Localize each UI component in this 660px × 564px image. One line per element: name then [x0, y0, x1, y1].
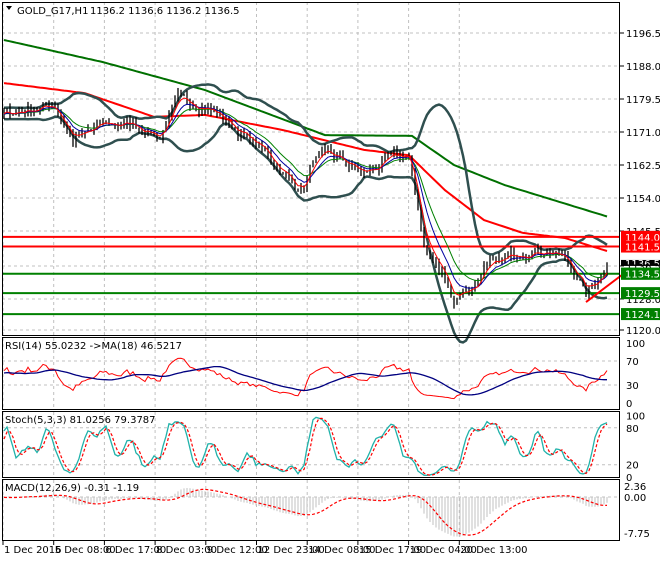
time-tick-label: 20 Dec 13:00	[460, 545, 527, 556]
level-price-label: 1141.5	[625, 243, 660, 254]
macd-tick-label: -7.75	[624, 529, 650, 540]
stoch-tick-label: 20	[626, 461, 639, 472]
rsi-tick-label: 70	[626, 357, 639, 368]
chart-header: GOLD_G17,H1 1136.2 1136.6 1136.2 1136.5	[6, 6, 240, 17]
macd-signal-line	[3, 488, 607, 536]
price-tick-label: 1179.5	[626, 95, 660, 106]
price-tick-label: 1196.5	[626, 29, 660, 40]
symbol-label: GOLD_G17,H1	[17, 6, 88, 17]
level-price-label: 1129.5	[625, 289, 660, 300]
stoch-tick-label: 100	[626, 412, 645, 423]
macd-tick-label: 2.36	[624, 482, 646, 493]
stoch-tick-label: 80	[626, 424, 639, 435]
mid-moving-average-line	[3, 82, 608, 252]
rsi-ma-line	[3, 365, 607, 396]
macd-label: MACD(12,26,9) -0.31 -1.19	[5, 483, 139, 494]
time-tick-label: 1 Dec 2016	[4, 545, 62, 556]
macd-tick-label: 0.00	[624, 493, 646, 504]
level-price-label: 1124.1	[625, 310, 660, 321]
stoch-signal-line	[3, 417, 608, 476]
rsi-tick-label: 100	[626, 339, 645, 350]
stoch-label: Stoch(5,3,3) 81.0256 79.3787	[5, 415, 156, 426]
price-tick-label: 1154.0	[626, 194, 660, 205]
bollinger-lower-band	[3, 115, 608, 344]
collapse-triangle-icon[interactable]	[6, 6, 12, 10]
price-tick-label: 1120.0	[626, 326, 660, 337]
rsi-label: RSI(14) 55.0232 ->MA(18) 46.5217	[5, 341, 182, 352]
level-price-label: 1134.5	[625, 270, 660, 281]
price-tick-label: 1188.0	[626, 62, 660, 73]
rsi-tick-label: 0	[626, 399, 632, 410]
ohlc-values: 1136.2 1136.6 1136.2 1136.5	[90, 6, 240, 17]
bollinger-upper-band	[3, 83, 608, 256]
stoch-main-line	[3, 416, 608, 477]
price-tick-label: 1171.0	[626, 128, 660, 139]
rsi-tick-label: 30	[626, 381, 639, 392]
price-tick-label: 1162.5	[626, 161, 660, 172]
trading-chart[interactable]: 1196.51188.01179.51171.01162.51154.01145…	[0, 0, 660, 560]
